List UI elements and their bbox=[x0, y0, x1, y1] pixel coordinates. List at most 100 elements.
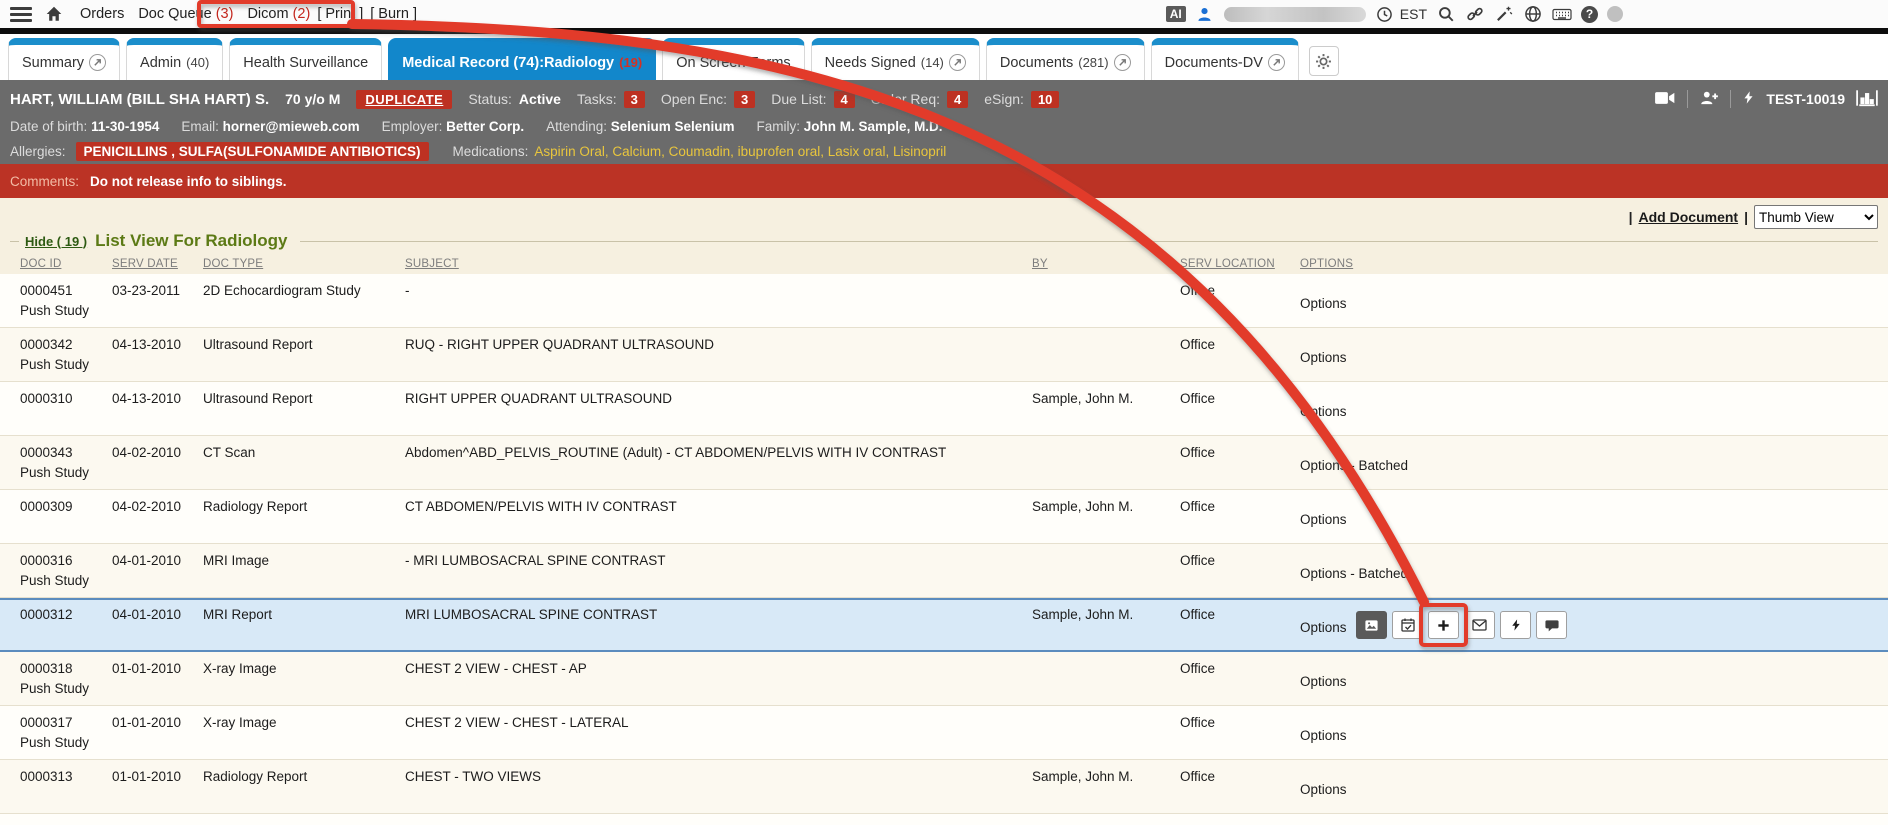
document-row[interactable]: 0000316Push Study04-01-2010MRI Image- MR… bbox=[0, 544, 1888, 598]
username-redacted[interactable] bbox=[1224, 7, 1366, 22]
column-header-by[interactable]: BY bbox=[1032, 258, 1180, 270]
doc-type-cell: X-ray Image bbox=[203, 713, 405, 759]
help-icon[interactable]: ? bbox=[1581, 6, 1598, 23]
detail-label: Employer: bbox=[382, 119, 443, 134]
wand-icon[interactable] bbox=[1494, 4, 1514, 24]
document-row[interactable]: 000030904-02-2010Radiology ReportCT ABDO… bbox=[0, 490, 1888, 544]
patient-counter: Order Req:4 bbox=[871, 91, 968, 108]
counter-badge[interactable]: 4 bbox=[947, 91, 968, 108]
duplicate-badge[interactable]: DUPLICATE bbox=[356, 90, 452, 109]
push-study-link[interactable]: Push Study bbox=[20, 571, 104, 591]
column-header-subject[interactable]: SUBJECT bbox=[405, 258, 1032, 270]
options-menu[interactable]: Options bbox=[1300, 618, 1350, 638]
column-header-serv-location[interactable]: SERV LOCATION bbox=[1180, 258, 1300, 270]
search-icon[interactable] bbox=[1436, 4, 1456, 24]
by-cell bbox=[1032, 281, 1180, 327]
document-row[interactable]: 0000451Push Study03-23-20112D Echocardio… bbox=[0, 274, 1888, 328]
document-row[interactable]: 000031301-01-2010Radiology ReportCHEST -… bbox=[0, 760, 1888, 814]
counter-badge[interactable]: 10 bbox=[1031, 91, 1059, 108]
doc-id-cell: 0000316Push Study bbox=[20, 551, 112, 597]
options-menu[interactable]: Options bbox=[1300, 672, 1347, 692]
nav-orders[interactable]: Orders bbox=[80, 6, 124, 22]
doc-id-cell: 0000313 bbox=[20, 767, 112, 813]
document-row[interactable]: 0000342Push Study04-13-2010Ultrasound Re… bbox=[0, 328, 1888, 382]
options-menu[interactable]: Options bbox=[1300, 294, 1347, 314]
video-camera-icon[interactable] bbox=[1654, 91, 1676, 108]
calendar-icon[interactable] bbox=[1392, 611, 1423, 639]
tab-health-surveillance[interactable]: Health Surveillance bbox=[229, 38, 382, 80]
push-study-link[interactable]: Push Study bbox=[20, 355, 104, 375]
tab-medical-record-74-radiology[interactable]: Medical Record (74):Radiology(19) bbox=[388, 38, 656, 80]
doc-id-cell: 0000318Push Study bbox=[20, 659, 112, 705]
plus-icon[interactable] bbox=[1428, 611, 1459, 639]
lightning-icon[interactable] bbox=[1500, 611, 1531, 639]
document-row[interactable]: 000031004-13-2010Ultrasound ReportRIGHT … bbox=[0, 382, 1888, 436]
push-study-link[interactable]: Push Study bbox=[20, 301, 104, 321]
counter-label: eSign: bbox=[984, 91, 1024, 107]
home-icon[interactable] bbox=[44, 4, 64, 24]
allergies-badge[interactable]: PENICILLINS , SULFA(SULFONAMIDE ANTIBIOT… bbox=[76, 142, 429, 161]
document-row[interactable]: 0000317Push Study01-01-2010X-ray ImageCH… bbox=[0, 706, 1888, 760]
radiology-content: | Add Document | Thumb View Hide ( 19 ) … bbox=[0, 198, 1888, 825]
tab-on-screen-forms[interactable]: On Screen Forms bbox=[662, 38, 804, 80]
medications-list[interactable]: Aspirin Oral, Calcium, Coumadin, ibuprof… bbox=[534, 144, 946, 159]
counter-badge[interactable]: 3 bbox=[734, 91, 755, 108]
lightning-icon[interactable] bbox=[1742, 89, 1755, 109]
counter-badge[interactable]: 3 bbox=[624, 91, 645, 108]
document-row[interactable]: 0000343Push Study04-02-2010CT ScanAbdome… bbox=[0, 436, 1888, 490]
column-header-serv-date[interactable]: SERV DATE bbox=[112, 258, 203, 270]
subject-cell: MRI LUMBOSACRAL SPINE CONTRAST bbox=[405, 605, 1032, 650]
options-cell: Options bbox=[1300, 497, 1888, 543]
tab-admin[interactable]: Admin(40) bbox=[126, 38, 223, 80]
options-menu[interactable]: Options - Batched bbox=[1300, 564, 1408, 584]
nav-dicom[interactable]: Dicom (2) bbox=[247, 6, 310, 22]
options-menu[interactable]: Options bbox=[1300, 348, 1347, 368]
heading-rule bbox=[300, 241, 1878, 242]
options-menu[interactable]: Options - Batched bbox=[1300, 456, 1408, 476]
options-menu[interactable]: Options bbox=[1300, 726, 1347, 746]
nav-doc-queue[interactable]: Doc Queue (3) bbox=[138, 6, 233, 22]
tab-summary[interactable]: Summary bbox=[8, 38, 120, 80]
tab-count: (14) bbox=[921, 55, 944, 70]
comment-icon[interactable] bbox=[1536, 611, 1567, 639]
column-header-doc-id[interactable]: DOC ID bbox=[20, 258, 112, 270]
column-header-options[interactable]: OPTIONS bbox=[1300, 258, 1888, 270]
options-menu[interactable]: Options bbox=[1300, 402, 1347, 422]
add-document-link[interactable]: Add Document bbox=[1639, 209, 1739, 225]
location-cell: Office bbox=[1180, 605, 1300, 650]
serv-date-cell: 04-02-2010 bbox=[112, 443, 203, 489]
image-icon[interactable] bbox=[1356, 611, 1387, 639]
options-menu[interactable]: Options bbox=[1300, 780, 1347, 800]
counter-badge[interactable]: 4 bbox=[834, 91, 855, 108]
document-row[interactable]: 000019011-06-2009Ultrasound ReportSeleni… bbox=[0, 814, 1888, 825]
dicom-print-link[interactable]: [ Print ] bbox=[317, 6, 363, 22]
column-header-doc-type[interactable]: DOC TYPE bbox=[203, 258, 405, 270]
tab-documents-dv[interactable]: Documents-DV bbox=[1151, 38, 1299, 80]
location-cell: Office bbox=[1180, 443, 1300, 489]
doc-id-cell: 0000312 bbox=[20, 605, 112, 650]
detail-value: 11-30-1954 bbox=[91, 119, 159, 134]
clock-icon[interactable] bbox=[1375, 4, 1395, 24]
ai-badge[interactable]: AI bbox=[1166, 6, 1186, 22]
envelope-icon[interactable] bbox=[1464, 611, 1495, 639]
dicom-burn-link[interactable]: [ Burn ] bbox=[370, 6, 417, 22]
link-icon[interactable] bbox=[1465, 4, 1485, 24]
chart-stats-icon[interactable] bbox=[1856, 89, 1878, 110]
push-study-link[interactable]: Push Study bbox=[20, 733, 104, 753]
user-icon[interactable] bbox=[1195, 4, 1215, 24]
tab-documents[interactable]: Documents(281) bbox=[986, 38, 1145, 80]
globe-icon[interactable] bbox=[1523, 4, 1543, 24]
menu-icon[interactable] bbox=[10, 7, 32, 22]
document-row[interactable]: 000031204-01-2010MRI ReportMRI LUMBOSACR… bbox=[0, 598, 1888, 652]
tab-needs-signed[interactable]: Needs Signed(14) bbox=[811, 38, 980, 80]
document-row[interactable]: 0000318Push Study01-01-2010X-ray ImageCH… bbox=[0, 652, 1888, 706]
keyboard-icon[interactable] bbox=[1552, 4, 1572, 24]
push-study-link[interactable]: Push Study bbox=[20, 463, 104, 483]
subject-cell: CT ABDOMEN/PELVIS WITH IV CONTRAST bbox=[405, 497, 1032, 543]
options-menu[interactable]: Options bbox=[1300, 510, 1347, 530]
add-person-icon[interactable] bbox=[1699, 90, 1719, 109]
view-mode-select[interactable]: Thumb View bbox=[1754, 205, 1878, 229]
tab-settings-gear-icon[interactable] bbox=[1309, 46, 1339, 76]
push-study-link[interactable]: Push Study bbox=[20, 679, 104, 699]
hide-list-link[interactable]: Hide ( 19 ) bbox=[25, 234, 87, 249]
